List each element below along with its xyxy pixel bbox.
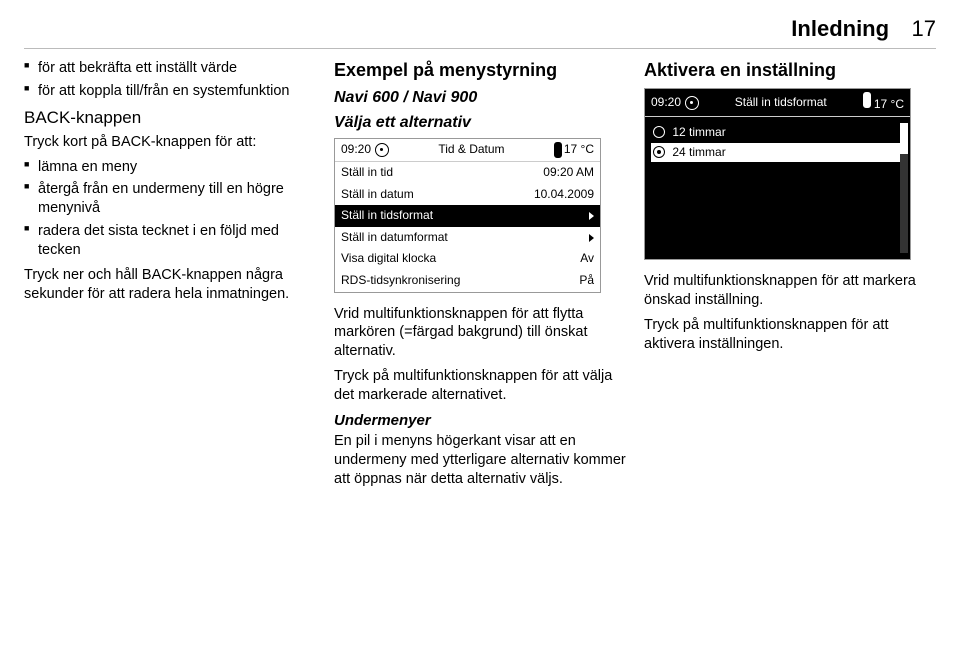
menu-row-label: Ställ in tid bbox=[341, 165, 393, 181]
menu-row[interactable]: Visa digital klocka Av bbox=[335, 248, 600, 270]
list-item: för att koppla till/från en system­funkt… bbox=[24, 82, 316, 101]
bullet-list-top: för att bekräfta ett inställt värde för … bbox=[24, 59, 316, 101]
radio-label: 12 timmar bbox=[672, 125, 725, 139]
radio-option[interactable]: 12 timmar bbox=[651, 123, 904, 143]
scrollbar[interactable] bbox=[900, 123, 908, 253]
column-1: för att bekräfta ett inställt värde för … bbox=[24, 59, 316, 495]
back-short-intro: Tryck kort på BACK-knappen för att: bbox=[24, 133, 316, 152]
menu-row-label: Ställ in datumformat bbox=[341, 230, 448, 246]
status-temp: 17 °C bbox=[874, 97, 904, 111]
back-heading: BACK-knappen bbox=[24, 107, 316, 129]
device-screen-time-date: 09:20 Tid & Datum 17 °C Ställ in tid 09:… bbox=[334, 138, 601, 293]
menu-row-value: 10.04.2009 bbox=[534, 187, 594, 203]
status-temp: 17 °C bbox=[564, 142, 594, 158]
page-header: Inledning 17 bbox=[24, 16, 936, 42]
radio-icon bbox=[653, 126, 665, 138]
columns: för att bekräfta ett inställt värde för … bbox=[24, 59, 936, 495]
menu-row[interactable]: RDS-tidsynkronisering På bbox=[335, 270, 600, 292]
rotate-knob-text: Vrid multifunktionsknappen för att flytt… bbox=[334, 305, 626, 362]
menu-row-value: Av bbox=[580, 251, 594, 267]
page-number: 17 bbox=[912, 16, 936, 41]
divider bbox=[24, 48, 936, 49]
chevron-right-icon bbox=[589, 234, 594, 242]
back-hold-text: Tryck ner och håll BACK-knappen några se… bbox=[24, 266, 316, 304]
choose-alt-heading: Välja ett alternativ bbox=[334, 113, 626, 134]
menu-row-value: På bbox=[579, 273, 594, 289]
screen-body: 12 timmar 24 timmar bbox=[645, 117, 910, 259]
temp-indicator: 17 °C bbox=[554, 142, 594, 158]
temp-indicator: 17 °C bbox=[863, 92, 905, 113]
activate-heading: Aktivera en inställning bbox=[644, 59, 936, 82]
device-screen-time-format: 09:20 Ställ in tidsformat 17 °C 12 timma… bbox=[644, 88, 911, 260]
submenu-arrow-text: En pil i menyns högerkant visar att en u… bbox=[334, 432, 626, 489]
press-knob-text: Tryck på multifunktionsknappen för att v… bbox=[334, 367, 626, 405]
menu-row-label: Visa digital klocka bbox=[341, 251, 436, 267]
status-title: Ställ in tidsformat bbox=[703, 95, 858, 111]
example-heading: Exempel på menystyrning bbox=[334, 59, 626, 82]
menu-row-selected[interactable]: Ställ in tidsformat bbox=[335, 205, 600, 227]
list-item: för att bekräfta ett inställt värde bbox=[24, 59, 316, 78]
radio-checked-icon bbox=[653, 146, 665, 158]
status-time: 09:20 bbox=[651, 95, 681, 111]
radio-label: 24 timmar bbox=[672, 145, 725, 159]
list-item: lämna en meny bbox=[24, 158, 316, 177]
list-item: radera det sista tecknet i en följd med … bbox=[24, 222, 316, 260]
cd-icon bbox=[375, 143, 389, 157]
submenus-heading: Undermenyer bbox=[334, 411, 626, 431]
column-3: Aktivera en inställning 09:20 Ställ in t… bbox=[644, 59, 936, 495]
status-title: Tid & Datum bbox=[393, 142, 550, 158]
menu-row-label: RDS-tidsynkronisering bbox=[341, 273, 460, 289]
chevron-right-icon bbox=[589, 212, 594, 220]
page: Inledning 17 för att bekräfta ett instäl… bbox=[0, 0, 960, 653]
menu-row-label: Ställ in tidsformat bbox=[341, 208, 433, 224]
page-title: Inledning bbox=[791, 16, 889, 41]
status-bar: 09:20 Tid & Datum 17 °C bbox=[335, 139, 600, 162]
thermometer-icon bbox=[554, 142, 562, 158]
radio-option-selected[interactable]: 24 timmar bbox=[651, 143, 904, 163]
cd-icon bbox=[685, 96, 699, 110]
list-item: återgå från en undermeny till en högre m… bbox=[24, 180, 316, 218]
navi-heading: Navi 600 / Navi 900 bbox=[334, 88, 626, 109]
press-activate-text: Tryck på multifunktionsknappen för att a… bbox=[644, 316, 936, 354]
menu-row[interactable]: Ställ in datumformat bbox=[335, 227, 600, 249]
status-bar: 09:20 Ställ in tidsformat 17 °C bbox=[645, 89, 910, 117]
status-time: 09:20 bbox=[341, 142, 371, 158]
column-2: Exempel på menystyrning Navi 600 / Navi … bbox=[334, 59, 626, 495]
thermometer-icon bbox=[863, 92, 871, 108]
back-short-bullets: lämna en meny återgå från en undermeny t… bbox=[24, 158, 316, 260]
scrollbar-thumb[interactable] bbox=[900, 123, 908, 154]
menu-row[interactable]: Ställ in datum 10.04.2009 bbox=[335, 184, 600, 206]
menu-row-value: 09:20 AM bbox=[543, 165, 594, 181]
menu-row[interactable]: Ställ in tid 09:20 AM bbox=[335, 162, 600, 184]
menu-row-label: Ställ in datum bbox=[341, 187, 414, 203]
rotate-mark-text: Vrid multifunktionsknappen för att marke… bbox=[644, 272, 936, 310]
